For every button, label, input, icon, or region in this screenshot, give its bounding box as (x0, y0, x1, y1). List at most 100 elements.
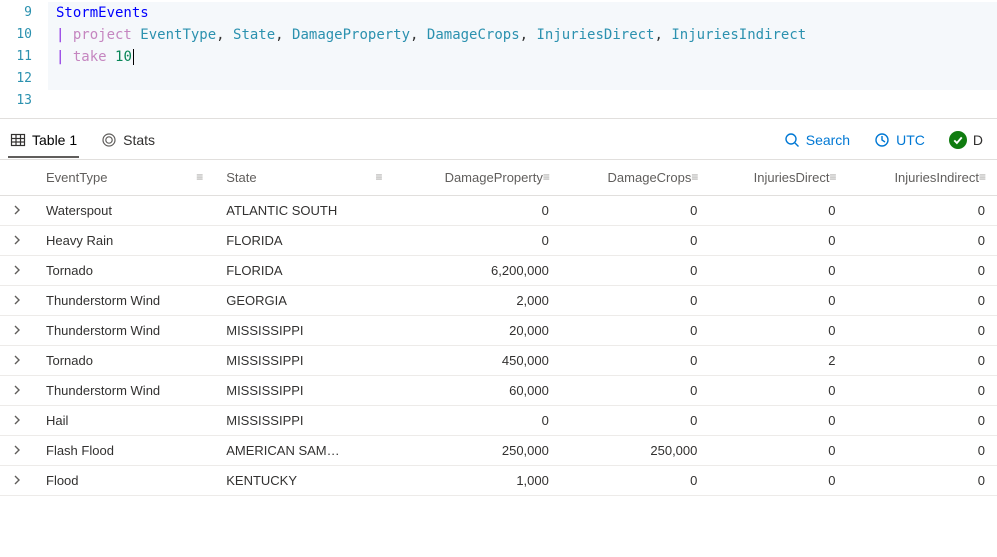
cell-injuriesdirect[interactable]: 0 (709, 376, 847, 406)
column-menu-icon[interactable]: ≡ (979, 170, 985, 184)
expand-row-button[interactable] (0, 346, 34, 376)
cell-injuriesindirect[interactable]: 0 (848, 256, 997, 286)
tab-stats[interactable]: Stats (101, 132, 155, 148)
cell-damageproperty[interactable]: 0 (393, 196, 560, 226)
cell-damageproperty[interactable]: 0 (393, 226, 560, 256)
cell-damageproperty[interactable]: 60,000 (393, 376, 560, 406)
expand-row-button[interactable] (0, 406, 34, 436)
cell-injuriesdirect[interactable]: 0 (709, 436, 847, 466)
cell-damageproperty[interactable]: 1,000 (393, 466, 560, 496)
cell-damagecrops[interactable]: 250,000 (561, 436, 710, 466)
cell-injuriesindirect[interactable]: 0 (848, 286, 997, 316)
column-menu-icon[interactable]: ≡ (375, 170, 381, 184)
status-done[interactable]: D (949, 131, 983, 149)
cell-state[interactable]: MISSISSIPPI (214, 316, 393, 346)
cell-eventtype[interactable]: Tornado (34, 256, 214, 286)
cell-state[interactable]: ATLANTIC SOUTH (214, 196, 393, 226)
cell-eventtype[interactable]: Flash Flood (34, 436, 214, 466)
code-line[interactable]: 11| take 10 (0, 46, 997, 68)
column-header-state[interactable]: State≡ (214, 160, 393, 196)
cell-damagecrops[interactable]: 0 (561, 286, 710, 316)
code-line[interactable]: 9StormEvents (0, 2, 997, 24)
cell-injuriesdirect[interactable]: 0 (709, 316, 847, 346)
cell-damageproperty[interactable]: 2,000 (393, 286, 560, 316)
table-row[interactable]: Thunderstorm WindMISSISSIPPI60,000000 (0, 376, 997, 406)
code-content[interactable] (48, 90, 997, 112)
cell-state[interactable]: FLORIDA (214, 256, 393, 286)
cell-injuriesindirect[interactable]: 0 (848, 436, 997, 466)
query-editor[interactable]: 9StormEvents10| project EventType, State… (0, 0, 997, 119)
column-header-eventtype[interactable]: EventType≡ (34, 160, 214, 196)
expand-row-button[interactable] (0, 466, 34, 496)
cell-injuriesindirect[interactable]: 0 (848, 466, 997, 496)
cell-damageproperty[interactable]: 0 (393, 406, 560, 436)
table-row[interactable]: TornadoMISSISSIPPI450,000020 (0, 346, 997, 376)
code-content[interactable] (48, 68, 997, 90)
cell-state[interactable]: MISSISSIPPI (214, 376, 393, 406)
cell-eventtype[interactable]: Thunderstorm Wind (34, 376, 214, 406)
cell-injuriesdirect[interactable]: 0 (709, 256, 847, 286)
table-row[interactable]: Flash FloodAMERICAN SAM…250,000250,00000 (0, 436, 997, 466)
cell-damagecrops[interactable]: 0 (561, 346, 710, 376)
cell-injuriesindirect[interactable]: 0 (848, 226, 997, 256)
table-row[interactable]: HailMISSISSIPPI0000 (0, 406, 997, 436)
cell-eventtype[interactable]: Waterspout (34, 196, 214, 226)
column-menu-icon[interactable]: ≡ (543, 170, 549, 184)
expand-row-button[interactable] (0, 286, 34, 316)
column-header-injuriesdirect[interactable]: InjuriesDirect≡ (709, 160, 847, 196)
cell-state[interactable]: MISSISSIPPI (214, 406, 393, 436)
search-button[interactable]: Search (784, 132, 850, 148)
code-line[interactable]: 12 (0, 68, 997, 90)
expand-row-button[interactable] (0, 376, 34, 406)
cell-damagecrops[interactable]: 0 (561, 226, 710, 256)
cell-damagecrops[interactable]: 0 (561, 376, 710, 406)
cell-eventtype[interactable]: Tornado (34, 346, 214, 376)
column-menu-icon[interactable]: ≡ (196, 170, 202, 184)
cell-damagecrops[interactable]: 0 (561, 256, 710, 286)
cell-damagecrops[interactable]: 0 (561, 316, 710, 346)
cell-eventtype[interactable]: Hail (34, 406, 214, 436)
table-row[interactable]: Heavy RainFLORIDA0000 (0, 226, 997, 256)
cell-eventtype[interactable]: Heavy Rain (34, 226, 214, 256)
expand-row-button[interactable] (0, 436, 34, 466)
expand-row-button[interactable] (0, 196, 34, 226)
cell-injuriesindirect[interactable]: 0 (848, 196, 997, 226)
cell-injuriesindirect[interactable]: 0 (848, 406, 997, 436)
cell-injuriesindirect[interactable]: 0 (848, 346, 997, 376)
column-header-damageproperty[interactable]: DamageProperty≡ (393, 160, 560, 196)
cell-injuriesdirect[interactable]: 0 (709, 196, 847, 226)
cell-damageproperty[interactable]: 450,000 (393, 346, 560, 376)
column-menu-icon[interactable]: ≡ (829, 170, 835, 184)
cell-state[interactable]: FLORIDA (214, 226, 393, 256)
table-row[interactable]: TornadoFLORIDA6,200,000000 (0, 256, 997, 286)
cell-state[interactable]: MISSISSIPPI (214, 346, 393, 376)
cell-eventtype[interactable]: Flood (34, 466, 214, 496)
cell-state[interactable]: AMERICAN SAM… (214, 436, 393, 466)
code-line[interactable]: 13 (0, 90, 997, 112)
cell-injuriesdirect[interactable]: 0 (709, 406, 847, 436)
column-header-damagecrops[interactable]: DamageCrops≡ (561, 160, 710, 196)
expand-row-button[interactable] (0, 316, 34, 346)
cell-damageproperty[interactable]: 20,000 (393, 316, 560, 346)
expand-row-button[interactable] (0, 226, 34, 256)
table-row[interactable]: FloodKENTUCKY1,000000 (0, 466, 997, 496)
results-pane[interactable]: EventType≡State≡DamageProperty≡DamageCro… (0, 160, 997, 557)
cell-injuriesdirect[interactable]: 0 (709, 466, 847, 496)
expand-row-button[interactable] (0, 256, 34, 286)
table-row[interactable]: WaterspoutATLANTIC SOUTH0000 (0, 196, 997, 226)
column-header-injuriesindirect[interactable]: InjuriesIndirect≡ (848, 160, 997, 196)
code-content[interactable]: | project EventType, State, DamageProper… (48, 24, 997, 46)
cell-injuriesdirect[interactable]: 0 (709, 226, 847, 256)
cell-damagecrops[interactable]: 0 (561, 466, 710, 496)
cell-state[interactable]: KENTUCKY (214, 466, 393, 496)
cell-state[interactable]: GEORGIA (214, 286, 393, 316)
cell-eventtype[interactable]: Thunderstorm Wind (34, 316, 214, 346)
code-line[interactable]: 10| project EventType, State, DamageProp… (0, 24, 997, 46)
cell-damageproperty[interactable]: 6,200,000 (393, 256, 560, 286)
column-menu-icon[interactable]: ≡ (691, 170, 697, 184)
table-row[interactable]: Thunderstorm WindMISSISSIPPI20,000000 (0, 316, 997, 346)
cell-damagecrops[interactable]: 0 (561, 406, 710, 436)
timezone-button[interactable]: UTC (874, 132, 925, 148)
cell-eventtype[interactable]: Thunderstorm Wind (34, 286, 214, 316)
cell-injuriesdirect[interactable]: 0 (709, 286, 847, 316)
